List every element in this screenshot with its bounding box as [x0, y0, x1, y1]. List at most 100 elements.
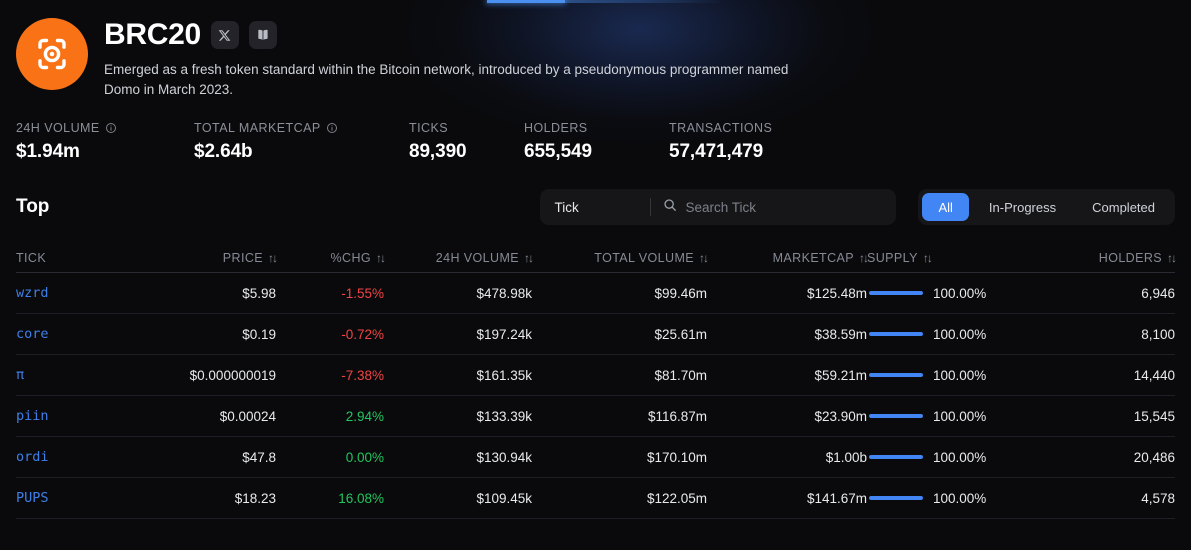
cell-vol24: $133.39k: [384, 409, 532, 424]
column-header-mcap[interactable]: MARKETCAP ↑↓: [707, 251, 867, 265]
cell-supply: 100.00%: [867, 368, 1042, 383]
column-header-label: PRICE: [223, 251, 263, 265]
sort-arrows-icon[interactable]: ↑↓: [268, 251, 276, 265]
table-row[interactable]: wzrd$5.98-1.55%$478.98k$99.46m$125.48m10…: [16, 273, 1175, 314]
cell-mcap: $1.00b: [707, 450, 867, 465]
cell-vol24: $478.98k: [384, 286, 532, 301]
tick-link[interactable]: PUPS: [16, 490, 49, 506]
stat-value: 89,390: [409, 141, 524, 163]
table-header: TICKPRICE↑↓%CHG↑↓24H VOLUME↑↓TOTAL VOLUM…: [16, 243, 1175, 273]
table-row[interactable]: PUPS$18.2316.08%$109.45k$122.05m$141.67m…: [16, 478, 1175, 519]
table-row[interactable]: ordi$47.80.00%$130.94k$170.10m$1.00b100.…: [16, 437, 1175, 478]
cell-tick[interactable]: ordi: [16, 449, 176, 465]
change-percent: -1.55%: [341, 286, 384, 301]
info-icon[interactable]: [326, 122, 338, 134]
column-header-label: SUPPLY: [867, 251, 918, 265]
column-header-holders[interactable]: HOLDERS↑↓: [1042, 251, 1175, 265]
info-icon[interactable]: [105, 122, 117, 134]
stat-value: $1.94m: [16, 141, 194, 163]
filter-completed[interactable]: Completed: [1076, 193, 1171, 221]
search-bar: Tick: [540, 189, 896, 225]
cell-voltot: $116.87m: [532, 409, 707, 424]
tick-link[interactable]: core: [16, 326, 49, 342]
x-twitter-link[interactable]: [211, 21, 239, 49]
supply-progress-fill: [869, 414, 923, 418]
cell-voltot: $170.10m: [532, 450, 707, 465]
column-header-price[interactable]: PRICE ↑↓: [176, 251, 276, 265]
column-header-vol24[interactable]: 24H VOLUME↑↓: [384, 251, 532, 265]
stat-label: TICKS: [409, 121, 524, 135]
cell-tick[interactable]: piin: [16, 408, 176, 424]
column-header-label: MARKETCAP: [773, 251, 854, 265]
cell-mcap: $23.90m: [707, 409, 867, 424]
cell-vol24: $109.45k: [384, 491, 532, 506]
tick-link[interactable]: wzrd: [16, 285, 49, 301]
title-row: BRC20: [104, 20, 804, 50]
loading-bar-fill: [487, 0, 565, 3]
sort-arrows-icon[interactable]: ↑↓: [859, 251, 867, 265]
filter-in-progress[interactable]: In-Progress: [973, 193, 1072, 221]
tick-link[interactable]: ordi: [16, 449, 49, 465]
search-icon: [663, 198, 677, 217]
cell-voltot: $81.70m: [532, 368, 707, 383]
change-percent: -0.72%: [341, 327, 384, 342]
cell-price: $18.23: [176, 491, 276, 506]
cell-chg: 2.94%: [276, 409, 384, 424]
search-field: [651, 189, 896, 225]
supply-percent-label: 100.00%: [933, 368, 986, 383]
column-header-supply[interactable]: SUPPLY ↑↓: [867, 251, 1042, 265]
cell-tick[interactable]: core: [16, 326, 176, 342]
search-category-select[interactable]: Tick: [540, 189, 650, 225]
supply-progress-bar: [869, 291, 923, 295]
column-header-chg[interactable]: %CHG↑↓: [276, 251, 384, 265]
cell-holders: 8,100: [1042, 327, 1175, 342]
sort-arrows-icon[interactable]: ↑↓: [524, 251, 532, 265]
status-filter-group: AllIn-ProgressCompleted: [918, 189, 1175, 225]
tick-link[interactable]: π: [16, 367, 24, 383]
cell-tick[interactable]: wzrd: [16, 285, 176, 301]
table-row[interactable]: piin$0.000242.94%$133.39k$116.87m$23.90m…: [16, 396, 1175, 437]
sort-arrows-icon[interactable]: ↑↓: [699, 251, 707, 265]
cell-vol24: $197.24k: [384, 327, 532, 342]
change-percent: -7.38%: [341, 368, 384, 383]
header-text-block: BRC20 E: [104, 18, 804, 99]
stats-row: 24H VOLUME$1.94mTOTAL MARKETCAP$2.64bTIC…: [0, 121, 1191, 163]
cell-voltot: $25.61m: [532, 327, 707, 342]
filter-all[interactable]: All: [922, 193, 968, 221]
sort-arrows-icon[interactable]: ↑↓: [1167, 251, 1175, 265]
cell-mcap: $125.48m: [707, 286, 867, 301]
table-row[interactable]: π$0.000000019-7.38%$161.35k$81.70m$59.21…: [16, 355, 1175, 396]
stat-holders: HOLDERS655,549: [524, 121, 669, 163]
page-title: BRC20: [104, 20, 201, 50]
change-percent: 16.08%: [338, 491, 384, 506]
supply-progress-bar: [869, 414, 923, 418]
cell-price: $0.000000019: [176, 368, 276, 383]
stat-value: $2.64b: [194, 141, 409, 163]
stat-24h-volume: 24H VOLUME$1.94m: [16, 121, 194, 163]
cell-tick[interactable]: π: [16, 367, 176, 383]
cell-tick[interactable]: PUPS: [16, 490, 176, 506]
table-row[interactable]: core$0.19-0.72%$197.24k$25.61m$38.59m100…: [16, 314, 1175, 355]
brc20-logo: [16, 18, 88, 90]
stat-label-text: TICKS: [409, 121, 448, 135]
x-twitter-icon: [218, 29, 231, 42]
docs-link[interactable]: [249, 21, 277, 49]
cell-supply: 100.00%: [867, 450, 1042, 465]
tick-link[interactable]: piin: [16, 408, 49, 424]
page-header: BRC20 E: [0, 0, 1191, 99]
search-input[interactable]: [685, 200, 884, 215]
stat-value: 655,549: [524, 141, 669, 163]
cell-mcap: $38.59m: [707, 327, 867, 342]
brc20-token-page: BRC20 E: [0, 0, 1191, 550]
sort-arrows-icon[interactable]: ↑↓: [923, 251, 931, 265]
cell-holders: 14,440: [1042, 368, 1175, 383]
sort-arrows-icon[interactable]: ↑↓: [376, 251, 384, 265]
cell-chg: -1.55%: [276, 286, 384, 301]
supply-progress-bar: [869, 373, 923, 377]
column-header-voltot[interactable]: TOTAL VOLUME↑↓: [532, 251, 707, 265]
supply-progress-bar: [869, 332, 923, 336]
table-header-row: TICKPRICE↑↓%CHG↑↓24H VOLUME↑↓TOTAL VOLUM…: [16, 243, 1175, 273]
cell-supply: 100.00%: [867, 491, 1042, 506]
cell-vol24: $130.94k: [384, 450, 532, 465]
supply-progress-fill: [869, 332, 923, 336]
